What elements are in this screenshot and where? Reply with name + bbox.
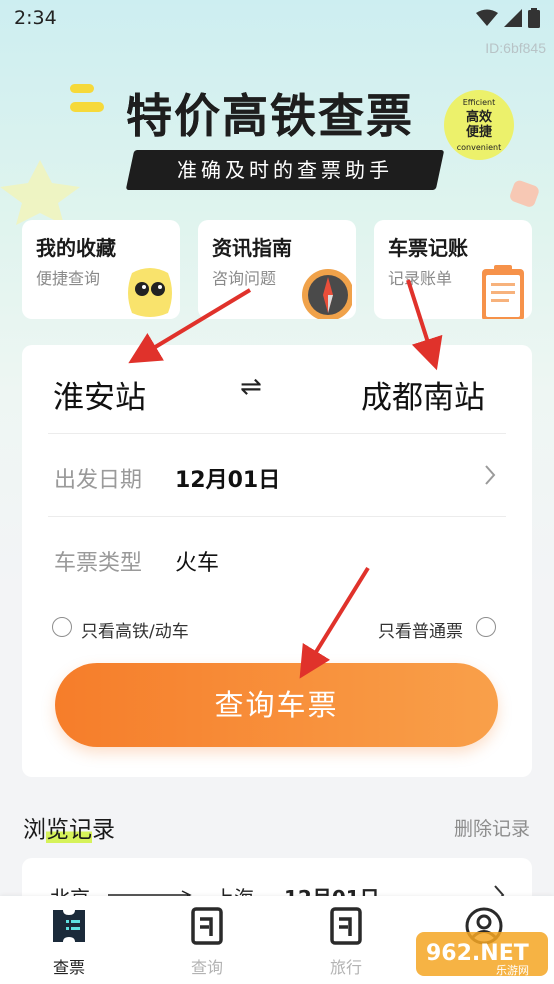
bottom-tab-bar: 查票 查询 旅行 962.NET 乐游网 — [0, 896, 554, 984]
date-value[interactable]: 12月01日 — [175, 462, 280, 494]
watermark-sub: 乐游网 — [496, 964, 529, 977]
only-highspeed-label[interactable]: 只看高铁/动车 — [81, 617, 189, 642]
divider — [48, 516, 506, 517]
chevron-right-icon[interactable] — [483, 464, 497, 486]
badge-line2: 便捷 — [465, 125, 492, 140]
from-station[interactable]: 淮安站 — [53, 372, 146, 417]
document-icon — [191, 907, 223, 945]
only-normal-label[interactable]: 只看普通票 — [378, 617, 463, 642]
divider — [48, 433, 506, 434]
candy-decor-icon — [510, 180, 539, 207]
tab-travel[interactable]: 旅行 — [306, 896, 386, 984]
site-watermark-logo: 962.NET 乐游网 — [416, 932, 548, 977]
quick-card-subtitle: 咨询问题 — [212, 269, 277, 288]
hero-badge: Efficient 高效 便捷 convenient — [444, 90, 514, 160]
hero-title-text: 特价高铁查票 — [126, 89, 414, 143]
decor-marks-icon — [70, 84, 104, 112]
quick-card-favorites[interactable]: 我的收藏 便捷查询 — [22, 220, 180, 319]
tab-label: 旅行 — [329, 958, 362, 977]
quick-card-title: 资讯指南 — [212, 236, 292, 260]
hero-subtitle: 准确及时的查票助手 — [177, 158, 393, 182]
system-icons — [476, 8, 540, 28]
tab-label: 查询 — [190, 958, 223, 977]
only-highspeed-radio[interactable] — [52, 617, 72, 637]
badge-line1: 高效 — [465, 110, 492, 125]
tab-tickets[interactable]: 查票 — [29, 896, 109, 984]
quick-card-subtitle: 便捷查询 — [36, 269, 101, 288]
clipboard-icon — [482, 265, 524, 319]
history-title-part2: 览记 — [46, 817, 92, 843]
swap-stations-button[interactable]: ⇌ — [240, 372, 262, 402]
type-value[interactable]: 火车 — [175, 545, 219, 577]
history-title-part3: 录 — [92, 817, 115, 843]
tab-query[interactable]: 查询 — [167, 896, 247, 984]
badge-text-bottom: convenient — [456, 143, 502, 152]
type-label: 车票类型 — [54, 551, 143, 576]
quick-card-title: 车票记账 — [388, 236, 468, 260]
watermark-text: 962.NET — [426, 941, 529, 966]
ticket-icon — [53, 910, 85, 942]
quick-card-guide[interactable]: 资讯指南 咨询问题 — [198, 220, 356, 319]
battery-icon — [528, 8, 540, 28]
quick-card-subtitle: 记录账单 — [388, 269, 453, 288]
clear-history-button[interactable]: 删除记录 — [454, 814, 530, 841]
quick-card-ledger[interactable]: 车票记账 记录账单 — [374, 220, 532, 319]
date-label: 出发日期 — [54, 468, 143, 493]
document-icon — [330, 907, 362, 945]
history-title: 浏览记录 — [23, 810, 115, 844]
query-tickets-button[interactable]: 查询车票 — [55, 663, 498, 747]
signal-icon — [504, 9, 522, 27]
only-normal-radio[interactable] — [476, 617, 496, 637]
to-station[interactable]: 成都南站 — [361, 372, 485, 417]
status-bar: 2:34 — [0, 0, 554, 36]
tab-label: 查票 — [52, 958, 85, 977]
badge-text-top: Efficient — [462, 98, 496, 107]
star-decor-icon — [0, 160, 80, 225]
wifi-icon — [476, 9, 498, 26]
hero-banner: 特价高铁查票 准确及时的查票助手 Efficient 高效 便捷 conveni… — [0, 60, 554, 225]
status-time: 2:34 — [14, 7, 57, 29]
id-tag: ID:6bf845 — [485, 40, 546, 56]
compass-icon — [302, 269, 352, 319]
mascot-icon — [128, 268, 172, 317]
quick-card-title: 我的收藏 — [36, 236, 116, 260]
hero-title: 特价高铁查票 — [126, 80, 414, 146]
history-title-part1: 浏 — [23, 817, 46, 843]
